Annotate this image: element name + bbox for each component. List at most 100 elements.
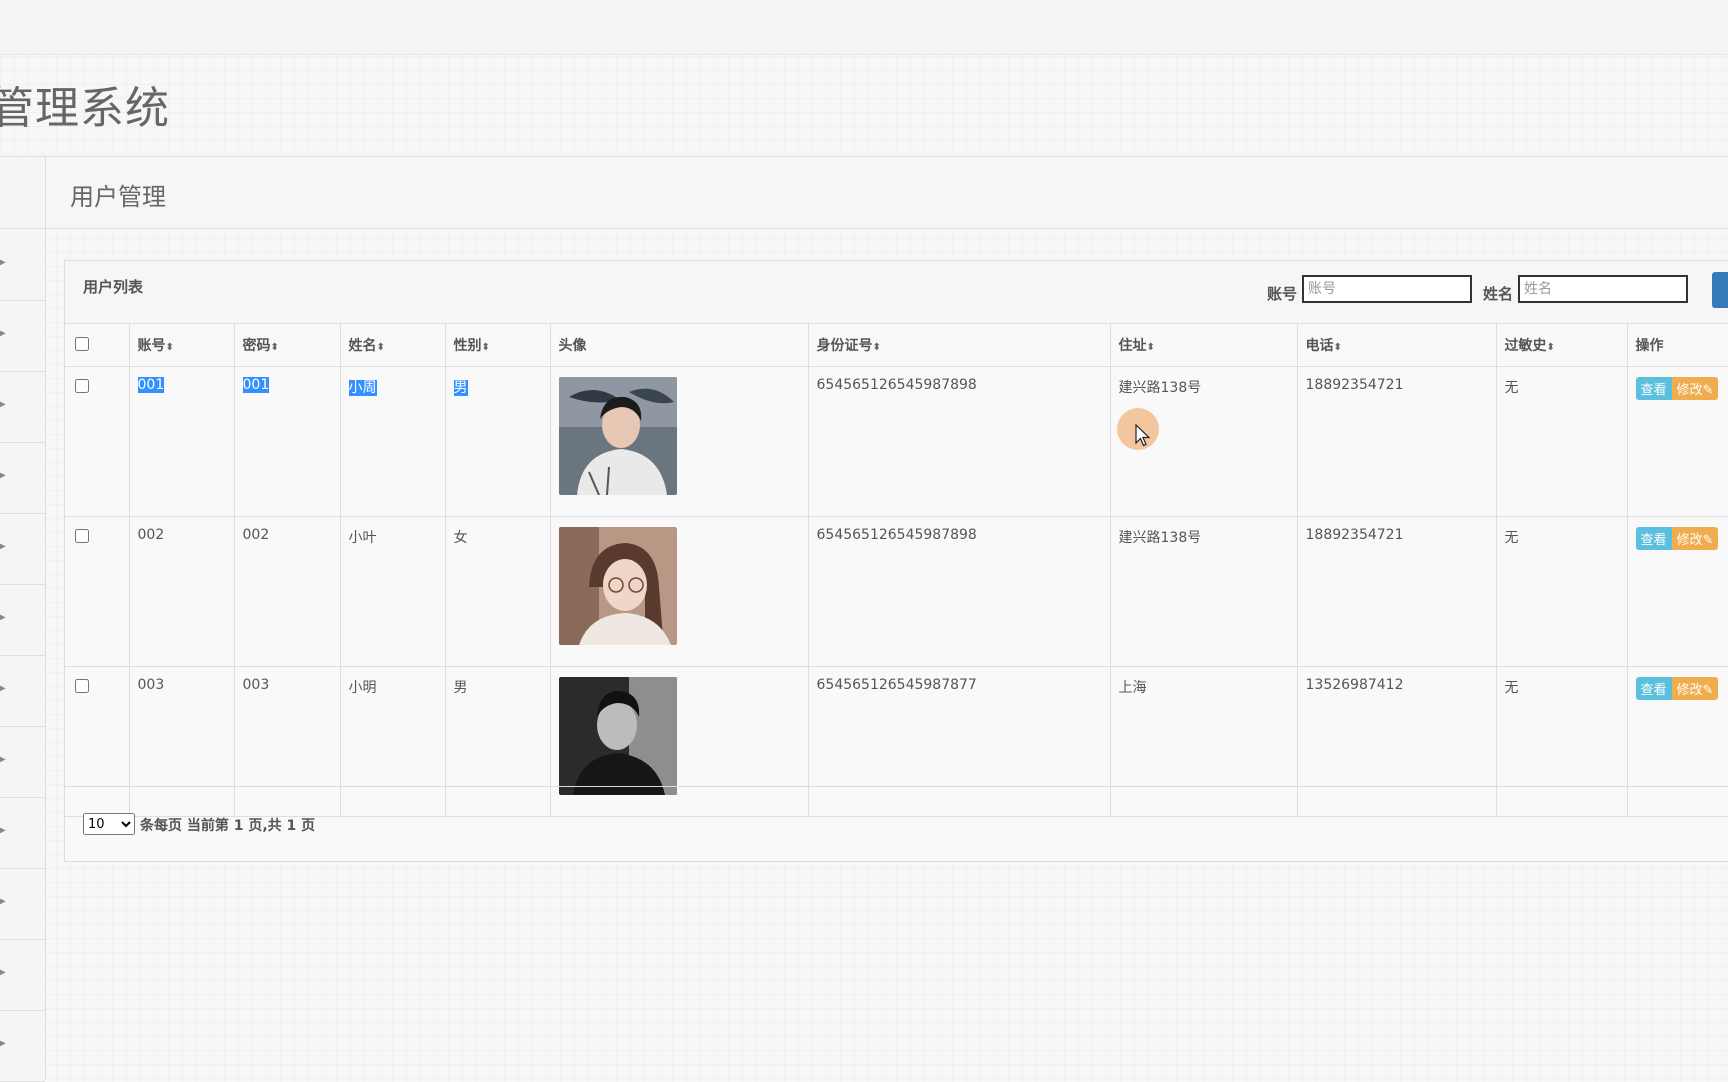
user-list-panel: 用户列表 账号 姓名 账号⬍ 密码⬍ 姓名⬍ 性别⬍ 头像 身份证号⬍ 住址⬍ …: [64, 260, 1728, 862]
sidebar-item[interactable]: ▶: [0, 513, 45, 585]
row-checkbox[interactable]: [75, 529, 89, 543]
account-search-input[interactable]: [1302, 275, 1472, 303]
id-number-cell: 654565126545987898: [807, 366, 1111, 517]
name-search-label: 姓名: [1483, 285, 1514, 303]
allergy-cell: 无: [1495, 366, 1628, 517]
pencil-icon: ✎: [1702, 533, 1714, 548]
edit-button[interactable]: 修改✎: [1671, 677, 1719, 700]
chevron-right-icon: ▶: [0, 967, 6, 978]
id-number-cell: 654565126545987898: [807, 516, 1111, 667]
phone-cell: 18892354721: [1296, 516, 1497, 667]
male-avatar-photo-bw: [558, 677, 677, 795]
column-header-actions: 操作: [1626, 323, 1728, 367]
page-size-select[interactable]: 10: [83, 813, 135, 835]
chevron-right-icon: ▶: [0, 612, 6, 623]
sort-icon: ⬍: [270, 341, 279, 353]
chevron-right-icon: ▶: [0, 754, 6, 765]
panel-title: 用户列表: [83, 278, 144, 296]
sidebar-item[interactable]: ▶: [0, 584, 45, 656]
column-header-address[interactable]: 住址⬍: [1109, 323, 1298, 367]
column-header-id-number[interactable]: 身份证号⬍: [807, 323, 1111, 367]
app-title: 管理系统: [0, 83, 170, 134]
sidebar-item[interactable]: ▶: [0, 442, 45, 514]
sidebar-item[interactable]: ▶: [0, 939, 45, 1011]
male-avatar-photo: [558, 377, 677, 495]
table-header-row: 账号⬍ 密码⬍ 姓名⬍ 性别⬍ 头像 身份证号⬍ 住址⬍ 电话⬍ 过敏史⬍ 操作: [65, 323, 1728, 367]
row-select-cell: [65, 366, 130, 517]
row-checkbox[interactable]: [75, 679, 89, 693]
search-button[interactable]: [1712, 272, 1728, 308]
row-select-cell: [65, 516, 130, 667]
sidebar-item[interactable]: ▶: [0, 1010, 45, 1082]
password-cell: 002: [233, 516, 341, 667]
password-cell: 001: [233, 366, 341, 517]
column-header-avatar: 头像: [549, 323, 809, 367]
sidebar-item[interactable]: ▶: [0, 655, 45, 727]
table-row: 002 002 小叶 女 654565126545987898 建兴路138号 …: [65, 516, 1728, 667]
sidebar-item[interactable]: ▶: [0, 726, 45, 798]
account-cell: 002: [128, 516, 235, 667]
avatar-cell: [549, 516, 809, 667]
sort-icon: ⬍: [1333, 341, 1342, 353]
address-cell: 建兴路138号: [1109, 516, 1298, 667]
user-table: 账号⬍ 密码⬍ 姓名⬍ 性别⬍ 头像 身份证号⬍ 住址⬍ 电话⬍ 过敏史⬍ 操作…: [65, 323, 1728, 817]
allergy-cell: 无: [1495, 516, 1628, 667]
chevron-right-icon: ▶: [0, 470, 6, 481]
column-header-phone[interactable]: 电话⬍: [1296, 323, 1497, 367]
account-cell: 001: [128, 366, 235, 517]
chevron-right-icon: ▶: [0, 896, 6, 907]
sort-icon: ⬍: [376, 341, 385, 353]
panel-header: 用户列表 账号 姓名: [65, 261, 1728, 324]
sort-icon: ⬍: [872, 341, 881, 353]
chevron-right-icon: ▶: [0, 399, 6, 410]
female-avatar-photo: [558, 527, 677, 645]
sort-icon: ⬍: [1146, 341, 1155, 353]
sidebar-item[interactable]: ▶: [0, 300, 45, 372]
name-cell: 小叶: [339, 516, 446, 667]
sidebar: ▶ ▶ ▶ ▶ ▶ ▶ ▶ ▶ ▶ ▶ ▶ ▶: [0, 157, 46, 1082]
chevron-right-icon: ▶: [0, 328, 6, 339]
view-button[interactable]: 查看: [1635, 527, 1672, 550]
column-header-account[interactable]: 账号⬍: [128, 323, 235, 367]
page-header: 用户管理: [46, 157, 1728, 229]
gender-cell: 男: [444, 366, 551, 517]
phone-cell: 18892354721: [1296, 366, 1497, 517]
column-header-password[interactable]: 密码⬍: [233, 323, 341, 367]
row-checkbox[interactable]: [75, 379, 89, 393]
sort-icon: ⬍: [1546, 341, 1555, 353]
name-search-input[interactable]: [1518, 275, 1688, 303]
view-button[interactable]: 查看: [1635, 677, 1672, 700]
edit-button[interactable]: 修改✎: [1671, 377, 1719, 400]
top-bar: [0, 0, 1728, 55]
page-title: 用户管理: [70, 183, 166, 211]
chevron-right-icon: ▶: [0, 257, 6, 268]
sidebar-item[interactable]: ▶: [0, 229, 45, 301]
edit-button[interactable]: 修改✎: [1671, 527, 1719, 550]
column-header-gender[interactable]: 性别⬍: [444, 323, 551, 367]
mouse-cursor-icon: [1135, 424, 1151, 447]
sidebar-item[interactable]: [0, 157, 45, 229]
chevron-right-icon: ▶: [0, 825, 6, 836]
name-cell: 小周: [339, 366, 446, 517]
sort-icon: ⬍: [481, 341, 490, 353]
select-all-checkbox[interactable]: [75, 336, 89, 351]
pencil-icon: ✎: [1702, 383, 1714, 398]
pagination: 10 条每页 当前第 1 页,共 1 页: [65, 786, 1728, 861]
brand-area: [0, 55, 1728, 156]
account-search-label: 账号: [1267, 285, 1298, 303]
page-info: 条每页 当前第 1 页,共 1 页: [140, 818, 316, 834]
sidebar-item[interactable]: ▶: [0, 868, 45, 940]
select-all-cell: [65, 323, 130, 367]
chevron-right-icon: ▶: [0, 683, 6, 694]
gender-cell: 女: [444, 516, 551, 667]
sidebar-item[interactable]: ▶: [0, 797, 45, 869]
column-header-allergy[interactable]: 过敏史⬍: [1495, 323, 1628, 367]
pencil-icon: ✎: [1702, 683, 1714, 698]
chevron-right-icon: ▶: [0, 1038, 6, 1049]
actions-cell: 查看 修改✎: [1626, 516, 1728, 667]
sort-icon: ⬍: [165, 341, 174, 353]
chevron-right-icon: ▶: [0, 541, 6, 552]
sidebar-item[interactable]: ▶: [0, 371, 45, 443]
column-header-name[interactable]: 姓名⬍: [339, 323, 446, 367]
view-button[interactable]: 查看: [1635, 377, 1672, 400]
